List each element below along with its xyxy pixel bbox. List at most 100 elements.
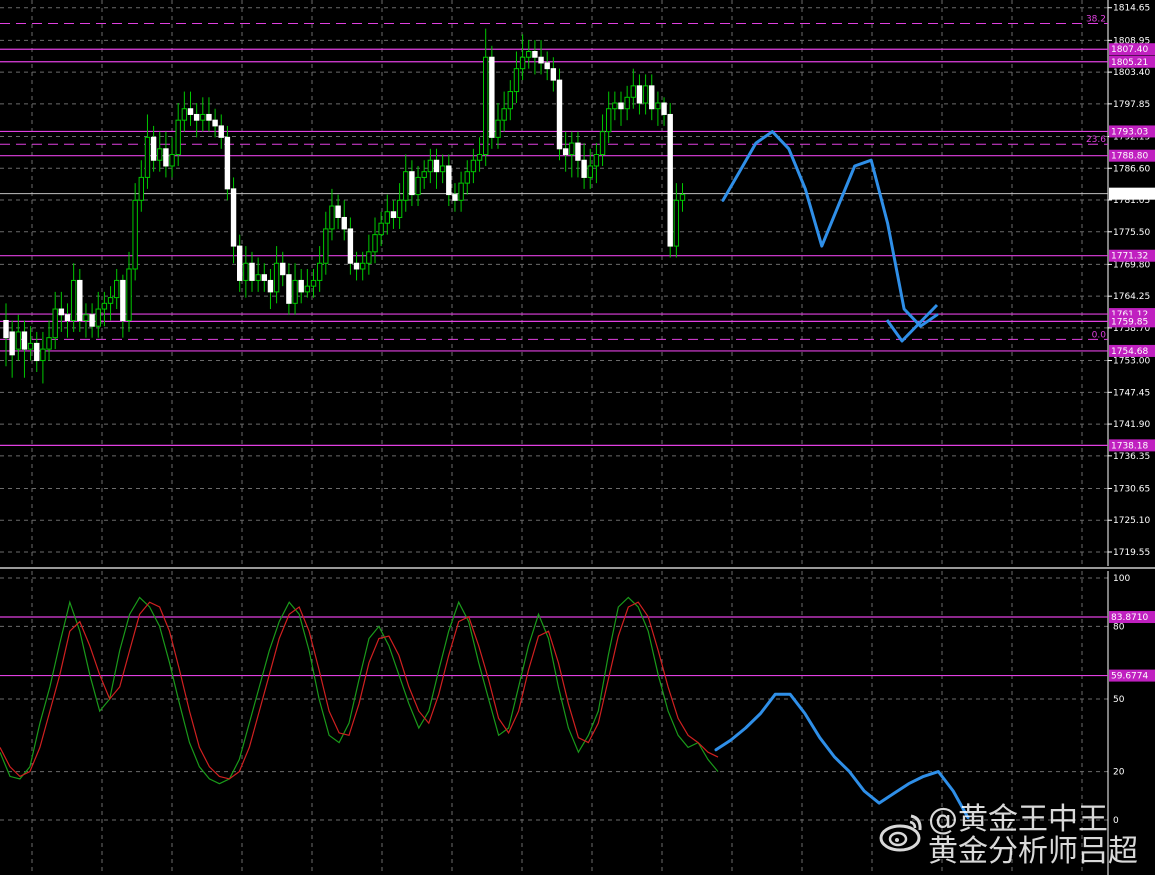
candle-body: [107, 297, 114, 304]
candle-body: [593, 154, 600, 167]
current-price-label: 1782.16: [1111, 190, 1148, 200]
candle-body: [163, 148, 169, 167]
candle-body: [230, 188, 237, 247]
candle-body: [77, 279, 83, 321]
candle-body: [175, 119, 181, 156]
candle-body: [243, 262, 249, 281]
candle-body: [292, 279, 298, 304]
candle-body: [390, 211, 397, 218]
candle-body: [237, 245, 243, 281]
candle-body: [3, 319, 9, 339]
y-tick-label: 1719.55: [1113, 548, 1150, 558]
candle-body: [329, 205, 335, 230]
osc-y-tick-label: 100: [1113, 574, 1130, 584]
fib-level-label: 23.6: [1086, 135, 1106, 145]
candle-body: [526, 51, 532, 58]
candle-body: [483, 56, 489, 156]
candle-body: [341, 216, 347, 230]
candle-body: [476, 154, 483, 161]
candle-body: [366, 251, 372, 264]
candle-body: [138, 176, 145, 201]
candle-body: [353, 262, 360, 270]
candle-body: [433, 159, 440, 173]
projection-path-osc: [714, 692, 970, 820]
candle-body: [452, 194, 458, 201]
candle-body: [34, 342, 40, 362]
candle-body: [286, 274, 292, 304]
osc-y-tick-label: 20: [1113, 768, 1125, 778]
fib-level-label: 38.2: [1086, 14, 1106, 24]
projection-hook-main: [885, 303, 939, 343]
candle-body: [599, 131, 606, 156]
weibo-logo-icon: [879, 814, 922, 852]
candle-body: [347, 228, 354, 264]
candle-body: [519, 56, 526, 70]
candle-body: [575, 142, 581, 161]
candle-body: [187, 108, 194, 115]
candle-body: [64, 314, 71, 321]
level-tag-label: 1805.21: [1111, 58, 1148, 68]
candle-body: [384, 211, 391, 224]
level-tag-label: 1754.68: [1111, 347, 1148, 357]
candle-body: [464, 171, 470, 184]
candle-body: [550, 68, 557, 81]
candle-body: [206, 113, 212, 121]
osc-level-tag-label: 83.8710: [1111, 613, 1148, 623]
y-tick-label: 1764.25: [1113, 292, 1150, 302]
projection-path-main: [721, 130, 939, 328]
candle-body: [409, 171, 415, 196]
candle-body: [27, 342, 34, 350]
candle-body: [144, 136, 151, 178]
candle-body: [249, 262, 255, 281]
candle-body: [101, 302, 108, 310]
osc-level-tag-label: 59.6774: [1111, 672, 1148, 682]
candle-body: [169, 154, 175, 167]
level-tag-label: 1759.85: [1111, 317, 1148, 327]
candle-body: [372, 234, 378, 253]
candle-body: [569, 142, 575, 156]
candle-body: [15, 331, 22, 350]
candle-body: [335, 205, 341, 218]
candle-body: [114, 279, 120, 299]
candle-body: [261, 274, 268, 281]
candle-body: [83, 314, 89, 321]
candle-body: [556, 79, 563, 150]
candle-body: [661, 102, 667, 115]
y-tick-label: 1725.10: [1113, 516, 1150, 526]
candle-body: [439, 165, 446, 173]
y-tick-label: 1736.35: [1113, 452, 1150, 462]
candle-body: [581, 159, 587, 178]
y-tick-label: 1741.90: [1113, 420, 1150, 430]
candle-body: [458, 182, 464, 201]
candle-body: [446, 165, 452, 196]
candle-body: [495, 119, 501, 138]
candle-body: [403, 171, 409, 201]
candle-body: [679, 194, 686, 201]
candle-body: [360, 262, 366, 270]
chart-canvas[interactable]: 1814.651808.951803.401797.851792.151786.…: [0, 0, 1155, 875]
candle-body: [624, 96, 630, 110]
candle-body: [181, 108, 188, 121]
candle-body: [507, 91, 514, 110]
candle-body: [606, 108, 612, 133]
candle-body: [58, 308, 65, 316]
candle-body: [323, 228, 329, 264]
candle-body: [132, 199, 138, 270]
level-tag-label: 1788.80: [1111, 152, 1148, 162]
level-tag-label: 1738.18: [1111, 441, 1148, 451]
candle-body: [618, 102, 624, 110]
candle-body: [489, 56, 495, 138]
candle-body: [310, 279, 317, 287]
candle-body: [120, 279, 126, 321]
candle-body: [280, 262, 286, 276]
candle-body: [52, 308, 58, 339]
level-tag-label: 1771.32: [1111, 252, 1148, 262]
candle-body: [562, 148, 569, 156]
y-tick-label: 1797.85: [1113, 100, 1150, 110]
candle-body: [655, 102, 661, 110]
osc-y-tick-label: 50: [1113, 695, 1125, 705]
fib-level-label: 0.0: [1092, 330, 1107, 340]
candle-body: [630, 85, 636, 98]
candle-body: [200, 113, 206, 121]
watermark-author: 黄金分析师吕超: [928, 834, 1138, 869]
